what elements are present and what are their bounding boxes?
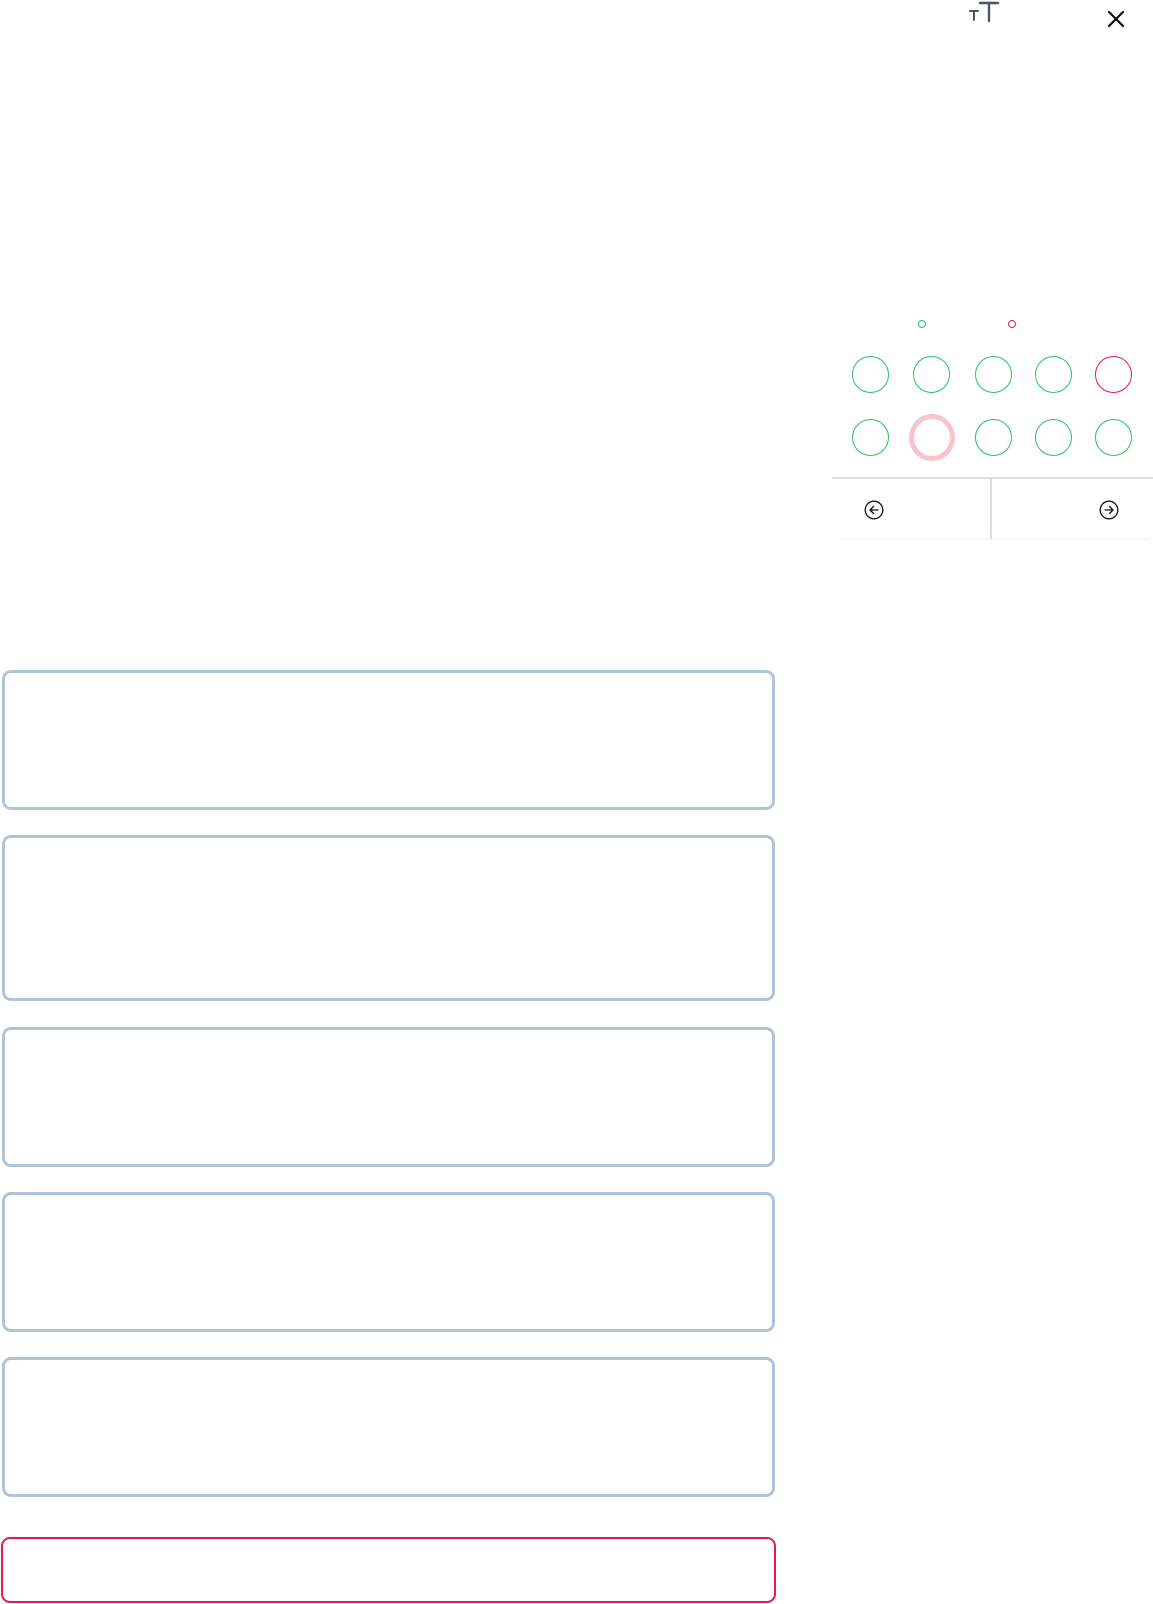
answer-option-5[interactable] (2, 1357, 775, 1497)
question-bubble-2[interactable] (913, 356, 950, 393)
arrow-right-circle-icon (1099, 500, 1119, 520)
answer-option-2[interactable] (2, 835, 775, 1001)
previous-question-button[interactable] (864, 500, 884, 520)
question-bubble-5[interactable] (1095, 356, 1132, 393)
question-bubble-6[interactable] (852, 419, 889, 456)
arrow-left-circle-icon (864, 500, 884, 520)
question-bubble-4[interactable] (1035, 356, 1072, 393)
text-size-icon (969, 1, 1000, 23)
close-icon (1107, 10, 1125, 28)
question-bubble-1[interactable] (852, 356, 889, 393)
question-bubble-8[interactable] (975, 419, 1012, 456)
nav-bottom-divider (840, 539, 1150, 540)
question-bubble-9[interactable] (1035, 419, 1072, 456)
question-bubble-10[interactable] (1095, 419, 1132, 456)
nav-separator (990, 479, 992, 539)
close-button[interactable] (1104, 7, 1128, 31)
text-size-button[interactable] (968, 0, 1002, 26)
answer-option-4[interactable] (2, 1192, 775, 1332)
answer-option-3[interactable] (2, 1027, 775, 1167)
nav-divider (832, 477, 1153, 479)
next-question-button[interactable] (1099, 500, 1119, 520)
answer-option-1[interactable] (2, 670, 775, 810)
legend-correct-dot (918, 320, 926, 328)
question-bubble-7-current[interactable] (909, 414, 955, 461)
question-bubble-3[interactable] (975, 356, 1012, 393)
feedback-box (1, 1537, 776, 1603)
legend-incorrect-dot (1008, 320, 1016, 328)
